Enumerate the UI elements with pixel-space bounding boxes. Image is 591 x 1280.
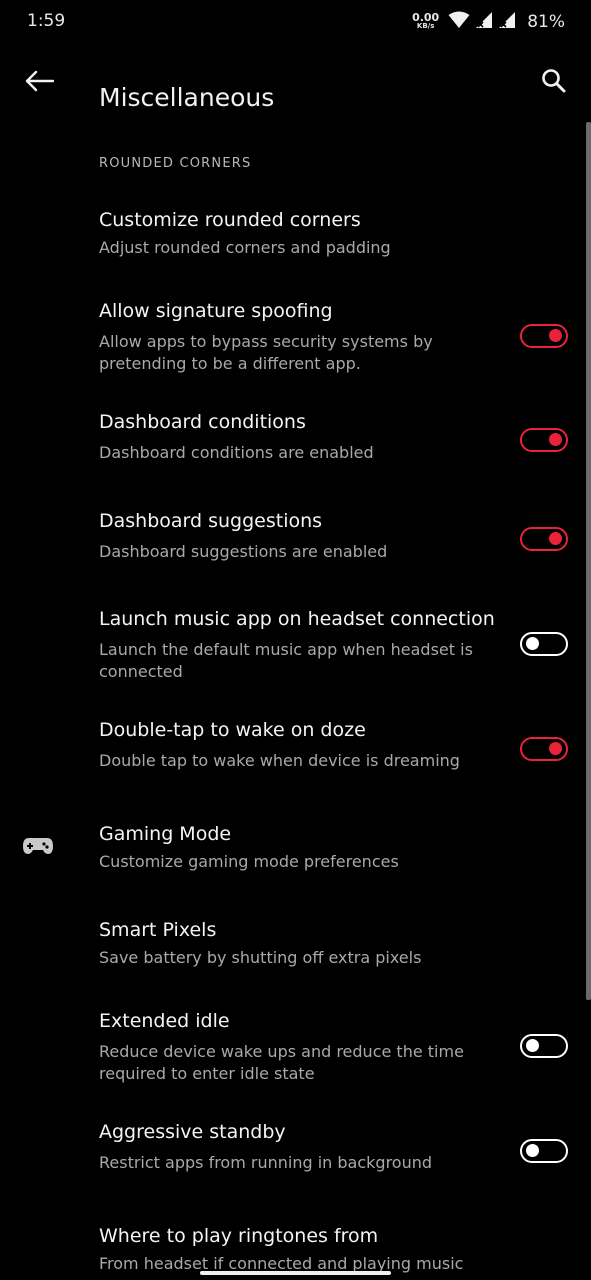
setting-title: Gaming Mode (99, 823, 232, 845)
toggle-knob (526, 1144, 539, 1157)
setting-title: Customize rounded corners (99, 209, 361, 231)
setting-double-tap-to-wake[interactable]: Double-tap to wake on doze Double tap to… (0, 708, 591, 798)
setting-title: Extended idle (99, 1010, 230, 1032)
toggle-knob (549, 433, 562, 446)
network-speed-unit: KB/s (416, 22, 435, 30)
setting-summary: Dashboard suggestions are enabled (99, 542, 388, 561)
setting-title: Dashboard suggestions (99, 510, 323, 532)
setting-summary: Allow apps to bypass security systems by… (99, 332, 433, 373)
setting-title: Dashboard conditions (99, 411, 306, 433)
search-button[interactable] (533, 62, 575, 104)
setting-customize-rounded-corners[interactable]: Customize rounded corners Adjust rounded… (0, 195, 591, 275)
battery-percent: 81% (527, 12, 565, 32)
gesture-navigation-bar[interactable] (200, 1271, 391, 1275)
setting-title: Smart Pixels (99, 919, 217, 941)
setting-launch-music-app[interactable]: Launch music app on headset connection L… (0, 598, 591, 698)
setting-dashboard-conditions[interactable]: Dashboard conditions Dashboard condition… (0, 400, 591, 490)
toggle-switch[interactable] (520, 737, 568, 761)
setting-summary: Double tap to wake when device is dreami… (99, 751, 460, 770)
back-button[interactable] (18, 62, 60, 104)
toggle-switch[interactable] (520, 527, 568, 551)
network-speed-value: 0.00 (412, 11, 440, 24)
app-bar: Miscellaneous (0, 44, 591, 124)
toggle-switch[interactable] (520, 428, 568, 452)
setting-gaming-mode[interactable]: Gaming Mode Customize gaming mode prefer… (0, 812, 591, 897)
status-time: 1:59 (27, 11, 66, 31)
setting-title: Double-tap to wake on doze (99, 719, 366, 741)
arrow-left-icon (24, 70, 55, 96)
setting-summary: Customize gaming mode preferences (99, 852, 399, 871)
setting-title: Aggressive standby (99, 1121, 286, 1143)
setting-extended-idle[interactable]: Extended idle Reduce device wake ups and… (0, 1000, 591, 1100)
setting-aggressive-standby[interactable]: Aggressive standby Restrict apps from ru… (0, 1110, 591, 1200)
setting-dashboard-suggestions[interactable]: Dashboard suggestions Dashboard suggesti… (0, 499, 591, 589)
toggle-switch[interactable] (520, 632, 568, 656)
setting-title: Allow signature spoofing (99, 300, 333, 322)
wifi-icon (448, 11, 470, 33)
toggle-knob (549, 742, 562, 755)
network-speed: 0.00 KB/s (412, 11, 440, 31)
toggle-knob (549, 532, 562, 545)
setting-summary: Dashboard conditions are enabled (99, 443, 374, 462)
setting-title: Where to play ringtones from (99, 1225, 379, 1247)
status-icons: 0.00 KB/s 81% (412, 10, 565, 34)
gamepad-icon (22, 836, 54, 860)
setting-summary: Save battery by shutting off extra pixel… (99, 948, 422, 967)
section-header: ROUNDED CORNERS (99, 156, 252, 171)
toggle-knob (526, 637, 539, 650)
setting-summary: Restrict apps from running in background (99, 1153, 433, 1172)
signal-icon-2 (498, 11, 516, 33)
toggle-switch[interactable] (520, 324, 568, 348)
toggle-knob (549, 329, 562, 342)
setting-summary: Adjust rounded corners and padding (99, 238, 391, 257)
toggle-switch[interactable] (520, 1034, 568, 1058)
setting-summary: Launch the default music app when headse… (99, 640, 473, 681)
signal-icon (475, 11, 493, 33)
setting-smart-pixels[interactable]: Smart Pixels Save battery by shutting of… (0, 908, 591, 993)
status-bar: 1:59 0.00 KB/s 81% (0, 0, 591, 44)
setting-allow-signature-spoofing[interactable]: Allow signature spoofing Allow apps to b… (0, 290, 591, 390)
page-title: Miscellaneous (99, 82, 275, 112)
search-icon (541, 68, 567, 98)
setting-summary: Reduce device wake ups and reduce the ti… (99, 1042, 464, 1083)
toggle-switch[interactable] (520, 1139, 568, 1163)
setting-title: Launch music app on headset connection (99, 608, 495, 630)
toggle-knob (526, 1039, 539, 1052)
